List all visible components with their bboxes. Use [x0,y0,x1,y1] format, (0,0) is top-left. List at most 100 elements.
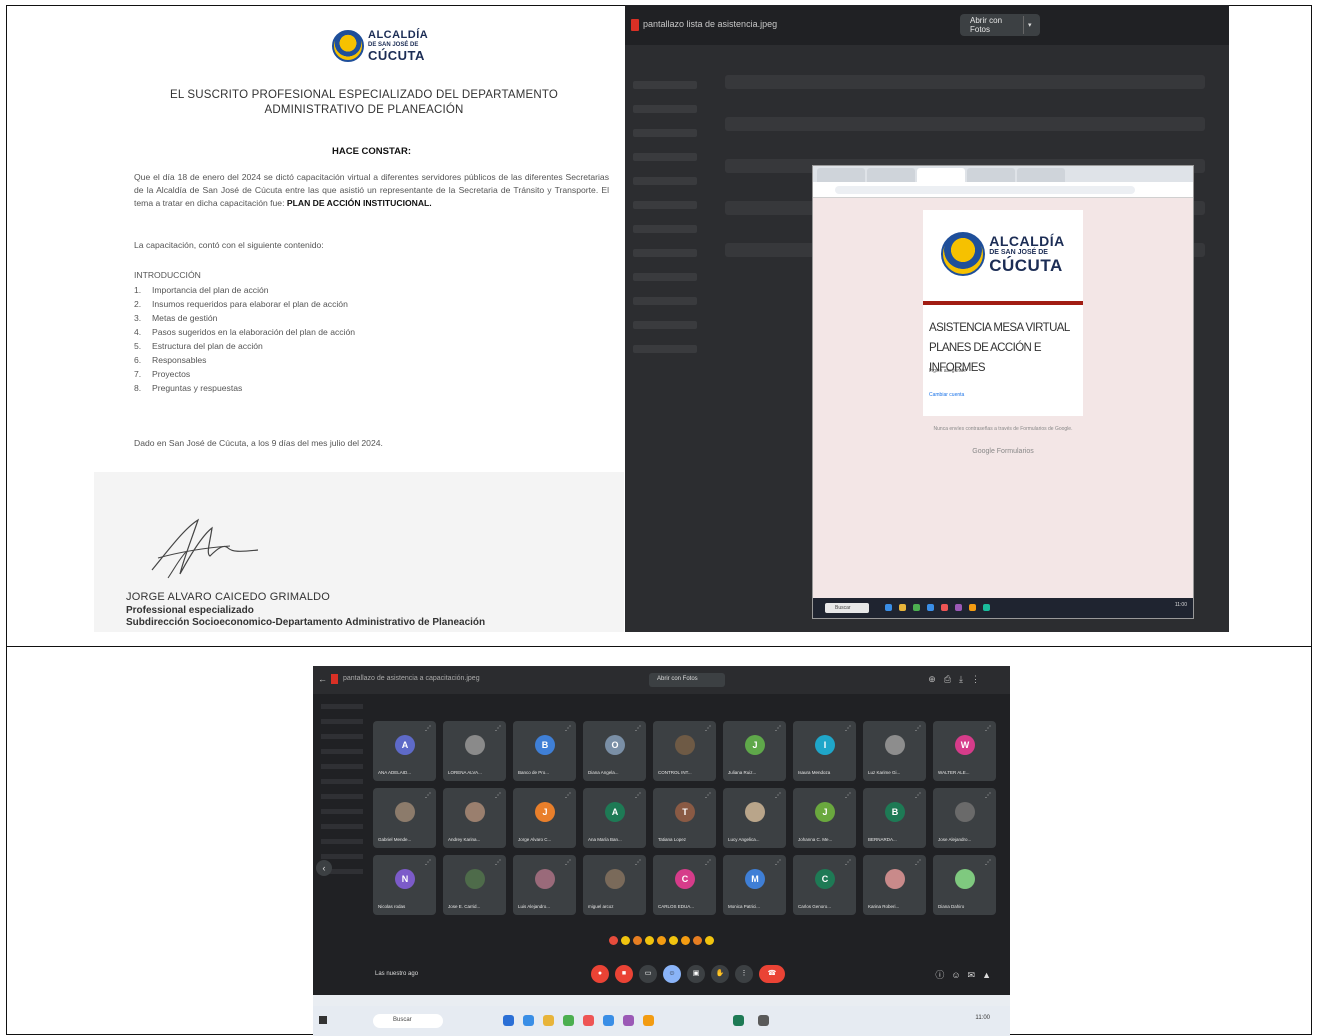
avatar [955,869,975,889]
participant-tile[interactable]: ⋰ M Monica Patrici... [723,855,786,915]
participant-tile[interactable]: ⋰ A ANA ADELAID... [373,721,436,781]
taskbar-app-icon[interactable] [583,1015,594,1026]
taskbar-app-icon[interactable] [955,604,962,611]
taskbar-app-icon[interactable] [885,604,892,611]
taskbar-app-icon[interactable] [927,604,934,611]
participant-tile[interactable]: ⋰ J Juliana Ruiz... [723,721,786,781]
participant-tile[interactable]: ⋰ Andrey Karina... [443,788,506,848]
previous-image-icon[interactable]: ‹ [316,860,332,876]
thinking-reaction-icon[interactable] [693,936,702,945]
handwritten-signature [151,518,259,579]
participant-tile[interactable]: ⋰ O Diana Angela... [583,721,646,781]
taskbar-search[interactable]: Buscar [825,603,869,613]
form-account-text: Inglés asegúrate [929,368,966,374]
clap-reaction-icon[interactable] [645,936,654,945]
laugh-reaction-icon[interactable] [657,936,666,945]
toc-item: 7. Proyectos [134,367,355,381]
windows-start-icon[interactable] [319,1016,327,1024]
participant-tile[interactable]: ⋰ Jose Alejandro... [933,788,996,848]
browser-tab[interactable] [967,168,1015,182]
taskbar-app-icon[interactable] [563,1015,574,1026]
info-icon[interactable]: ⓘ [935,970,951,980]
end-call-icon[interactable]: ☎ [759,965,785,983]
participant-name: CARLOS EDUA... [658,904,695,909]
mic-muted-icon: ⋰ [565,726,571,732]
participant-tile[interactable]: ⋰ J Jorge Alvaro C... [513,788,576,848]
participant-tile[interactable]: ⋰ miguel arcoz [583,855,646,915]
taskbar-app-icon[interactable] [623,1015,634,1026]
url-field[interactable] [835,186,1135,194]
browser-tab[interactable] [817,168,865,182]
participant-tile[interactable]: ⋰ Jose E. Carrid... [443,855,506,915]
participant-tile[interactable]: ⋰ W WALTER ALE... [933,721,996,781]
participant-tile[interactable]: ⋰ N Nicolas rodas [373,855,436,915]
print-icon[interactable]: ⎙ [944,674,959,684]
participant-tile[interactable]: ⋰ B Banco de Pro... [513,721,576,781]
participant-tile[interactable]: ⋰ Luis Alejandro... [513,855,576,915]
taskbar-app-icon[interactable] [899,604,906,611]
participant-tile[interactable]: ⋰ LORENA ALVA... [443,721,506,781]
thumbs-down-reaction-icon[interactable] [705,936,714,945]
avatar: I [815,735,835,755]
zoom-icon[interactable]: ⊕ [928,674,944,684]
participant-tile[interactable]: ⋰ Karina Roberi... [863,855,926,915]
sad-reaction-icon[interactable] [681,936,690,945]
participant-tile[interactable]: ⋰ CONTROL INT... [653,721,716,781]
participant-tile[interactable]: ⋰ T Tatiana Lopez [653,788,716,848]
toc-text: Proyectos [152,369,191,379]
participant-tile[interactable]: ⋰ I Isaura Mendoza [793,721,856,781]
switch-account-link[interactable]: Cambiar cuenta [929,392,964,398]
participant-tile[interactable]: ⋰ C Carlos Genoro... [793,855,856,915]
taskbar-app-icon[interactable] [969,604,976,611]
taskbar-app-icon[interactable] [523,1015,534,1026]
taskbar-app-icon[interactable] [758,1015,769,1026]
taskbar-app-icon[interactable] [543,1015,554,1026]
participant-tile[interactable]: ⋰ A Ana María Ban... [583,788,646,848]
heart-reaction-icon[interactable] [609,936,618,945]
activities-icon[interactable]: ▲ [982,970,998,980]
participant-tile[interactable]: ⋰ J Johanna C. Me... [793,788,856,848]
more-icon[interactable]: ⋮ [971,674,988,684]
participant-tile[interactable]: ⋰ B BERNARDA... [863,788,926,848]
participant-tile[interactable]: ⋰ C CARLOS EDUA... [653,855,716,915]
taskbar-app-icon[interactable] [941,604,948,611]
taskbar-app-icon[interactable] [643,1015,654,1026]
taskbar-app-icon[interactable] [603,1015,614,1026]
participant-tile[interactable]: ⋰ Gabriel Mende... [373,788,436,848]
browser-tab[interactable] [1017,168,1065,182]
participant-tile[interactable]: ⋰ Luz Karime Gi... [863,721,926,781]
surprise-reaction-icon[interactable] [669,936,678,945]
mic-muted-icon: ⋰ [495,793,501,799]
participant-tile[interactable]: ⋰ Diana Dahiro [933,855,996,915]
party-reaction-icon[interactable] [633,936,642,945]
chat-icon[interactable]: ✉ [968,970,983,980]
mic-muted-icon: ⋰ [425,793,431,799]
open-with-photos-button[interactable]: Abrir con Fotos ▾ [960,14,1040,36]
taskbar-app-icon[interactable] [503,1015,514,1026]
reaction-icon[interactable]: ☺ [663,965,681,983]
browser-tab-active[interactable] [917,168,965,182]
raise-hand-icon[interactable]: ✋ [711,965,729,983]
taskbar-app-icon[interactable] [983,604,990,611]
certificate-toc-list: 1. Importancia del plan de acción 2. Insum… [134,283,355,395]
form-banner: ALCALDÍA DE SAN JOSÉ DE CÚCUTA [923,210,1083,298]
taskbar-app-icon[interactable] [913,604,920,611]
download-icon[interactable]: ⤓ [959,674,971,684]
taskbar-app-icon[interactable] [733,1015,744,1026]
meeting-side-controls: ⓘ☺✉▲ [935,968,998,981]
people-icon[interactable]: ☺ [951,970,967,980]
chevron-down-icon[interactable]: ▾ [1024,21,1032,29]
signer-role: Professional especializado [126,605,254,616]
participant-tile[interactable]: ⋰ Lucy Angelica... [723,788,786,848]
more-options-icon[interactable]: ⋮ [735,965,753,983]
captions-icon[interactable]: ▭ [639,965,657,983]
taskbar-search[interactable]: Buscar [373,1014,443,1028]
back-arrow-icon[interactable]: ← [318,674,327,684]
present-icon[interactable]: ▣ [687,965,705,983]
browser-tab[interactable] [867,168,915,182]
mic-off-icon[interactable]: ● [591,965,609,983]
camera-off-icon[interactable]: ■ [615,965,633,983]
google-forms-brand: Google Formularios [972,448,1034,455]
open-with-photos-button[interactable]: Abrir con Fotos [649,673,725,687]
thumbs-up-reaction-icon[interactable] [621,936,630,945]
